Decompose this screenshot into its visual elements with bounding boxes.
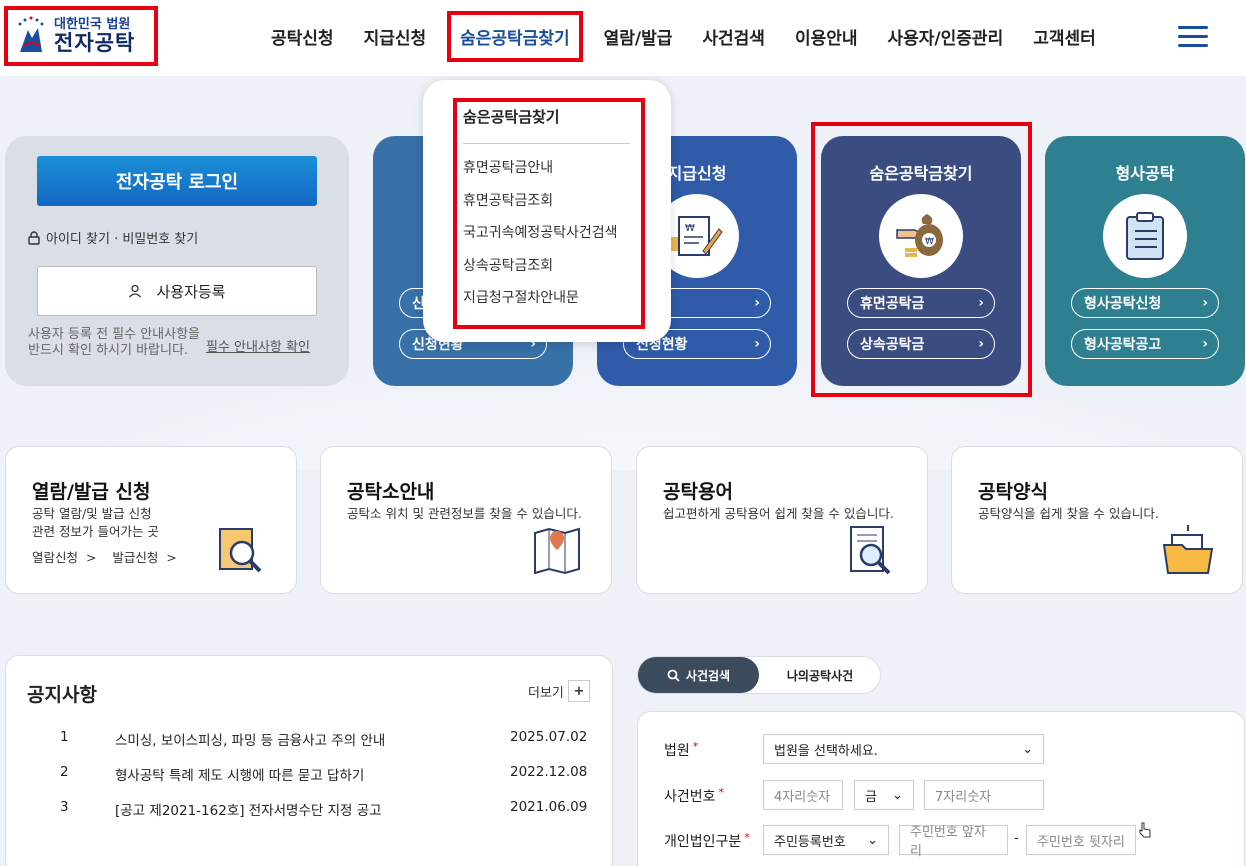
id-type-select[interactable]: 주민등록번호 ⌄ xyxy=(763,825,889,855)
info-title: 열람/발급 신청 xyxy=(32,481,151,503)
info-card-terms[interactable]: 공탁용어 쉽고편하게 공탁용어 쉽게 찾을 수 있습니다. xyxy=(636,446,928,594)
dropdown-title: 숨은공탁금찾기 xyxy=(463,108,560,126)
nav-guide[interactable]: 이용안내 xyxy=(780,24,873,49)
card-criminal-deposit: 형사공탁 형사공탁신청 › 형사공탁공고 › xyxy=(1045,136,1245,386)
lock-icon xyxy=(28,230,40,245)
chevron-down-icon: ⌄ xyxy=(1022,741,1033,757)
dash-separator: - xyxy=(1014,831,1019,846)
cursor-hand-icon xyxy=(1139,822,1151,838)
info-desc: 공탁 열람/및 발급 신청 관련 정보가 들어가는 곳 xyxy=(32,506,159,540)
btn-label: 형사공탁공고 xyxy=(1084,337,1162,353)
nav-case-search[interactable]: 사건검색 xyxy=(687,24,780,49)
logo-main: 전자공탁 xyxy=(54,30,136,55)
register-button[interactable]: 사용자등록 xyxy=(37,266,317,316)
document-search-icon xyxy=(219,528,262,573)
year-input[interactable]: 4자리숫자 xyxy=(763,780,843,810)
menu-icon[interactable] xyxy=(1178,26,1208,48)
main-nav: 공탁신청 지급신청 숨은공탁금찾기 열람/발급 사건검색 이용안내 사용자/인증… xyxy=(256,0,1111,72)
row-date: 2025.07.02 xyxy=(510,729,588,745)
nav-view-issue[interactable]: 열람/발급 xyxy=(589,24,688,49)
find-id-password-link[interactable]: 아이디 찾기 · 비밀번호 찾기 xyxy=(28,228,198,247)
nav-deposit-apply[interactable]: 공탁신청 xyxy=(256,24,349,49)
criminal-deposit-notice-button[interactable]: 형사공탁공고 › xyxy=(1071,329,1219,359)
divider xyxy=(463,143,630,144)
user-icon xyxy=(129,284,142,298)
info-desc: 공탁소 위치 및 관련정보를 찾을 수 있습니다. xyxy=(347,506,582,521)
info-title: 공탁양식 xyxy=(978,481,1048,503)
row-title: 스미싱, 보이스피싱, 파밍 등 금융사고 주의 안내 xyxy=(115,733,386,749)
row-num: 1 xyxy=(60,729,69,745)
chevron-right-icon: › xyxy=(1202,295,1208,311)
tab-label: 사건검색 xyxy=(685,668,731,683)
tab-my-cases[interactable]: 나의공탁사건 xyxy=(760,657,880,693)
criminal-deposit-apply-button[interactable]: 형사공탁신청 › xyxy=(1071,288,1219,318)
svg-text:₩: ₩ xyxy=(685,223,695,234)
dropdown-item-dormant-guide[interactable]: 휴면공탁금안내 xyxy=(463,157,553,177)
notice-row[interactable]: 3 [공고 제2021-162호] 전자서명수단 지정 공고 2021.06.09 xyxy=(60,799,588,819)
chevron-right-icon: › xyxy=(754,336,760,352)
row-title: 형사공탁 특례 제도 시행에 따른 묻고 답하기 xyxy=(115,768,365,784)
nav-user-auth[interactable]: 사용자/인증관리 xyxy=(873,24,1019,49)
required-notice-link[interactable]: 필수 안내사항 확인 xyxy=(206,336,310,355)
logo-sub: 대한민국 법원 xyxy=(54,17,131,33)
rrn-back-input[interactable]: 주민번호 뒷자리 xyxy=(1026,825,1136,855)
info-desc: 쉽고편하게 공탁용어 쉽게 찾을 수 있습니다. xyxy=(663,506,894,521)
nav-hidden-deposit[interactable]: 숨은공탁금찾기 xyxy=(447,10,583,62)
row-date: 2022.12.08 xyxy=(510,764,588,780)
find-link-label: 아이디 찾기 · 비밀번호 찾기 xyxy=(46,232,199,247)
register-label: 사용자등록 xyxy=(156,282,226,301)
info-title: 공탁소안내 xyxy=(347,481,435,503)
court-emblem-icon xyxy=(18,16,44,52)
plus-icon: + xyxy=(567,680,590,702)
login-button[interactable]: 전자공탁 로그인 xyxy=(37,156,317,206)
info-title: 공탁용어 xyxy=(663,481,733,503)
court-label: 법원 * xyxy=(664,740,699,759)
magnifier-document-icon xyxy=(850,526,891,575)
dropdown-item-dormant-lookup[interactable]: 휴면공탁금조회 xyxy=(463,190,553,210)
info-card-office-guide[interactable]: 공탁소안내 공탁소 위치 및 관련정보를 찾을 수 있습니다. xyxy=(320,446,612,594)
chevron-right-icon: › xyxy=(754,295,760,311)
logo[interactable]: 대한민국 법원 전자공탁 xyxy=(4,6,158,66)
btn-label: 형사공탁신청 xyxy=(1084,296,1162,312)
tab-case-search[interactable]: 사건검색 xyxy=(638,657,759,693)
select-value: 법원을 선택하세요. xyxy=(774,743,878,759)
header: 대한민국 법원 전자공탁 공탁신청 지급신청 숨은공탁금찾기 열람/발급 사건검… xyxy=(0,0,1246,76)
person-type-label: 개인법인구분 * xyxy=(664,831,750,850)
chevron-down-icon: ⌄ xyxy=(867,832,878,848)
info-desc: 공탁양식을 쉽게 찾을 수 있습니다. xyxy=(978,506,1159,521)
dropdown-item-state-reversion-search[interactable]: 국고귀속예정공탁사건검색 xyxy=(463,222,618,242)
highlight-box xyxy=(811,122,1032,397)
dropdown-item-inheritance-lookup[interactable]: 상속공탁금조회 xyxy=(463,255,553,275)
more-label: 더보기 xyxy=(528,685,564,701)
nav-payment-apply[interactable]: 지급신청 xyxy=(349,24,442,49)
notice-row[interactable]: 1 스미싱, 보이스피싱, 파밍 등 금융사고 주의 안내 2025.07.02 xyxy=(60,729,588,749)
row-date: 2021.06.09 xyxy=(510,799,588,815)
case-number-input[interactable]: 7자리숫자 xyxy=(924,780,1044,810)
clipboard-icon xyxy=(1103,194,1187,278)
info-card-view-issue[interactable]: 열람/발급 신청 공탁 열람/및 발급 신청 관련 정보가 들어가는 곳 열람신… xyxy=(5,446,297,594)
notice-row[interactable]: 2 형사공탁 특례 제도 시행에 따른 묻고 답하기 2022.12.08 xyxy=(60,764,588,784)
row-num: 2 xyxy=(60,764,69,780)
folder-icon xyxy=(1162,525,1214,574)
register-notice: 사용자 등록 전 필수 안내사항을 반드시 확인 하시기 바랍니다. xyxy=(28,327,201,359)
search-icon xyxy=(667,669,680,682)
card-title: 형사공탁 xyxy=(1115,164,1175,183)
info-card-forms[interactable]: 공탁양식 공탁양식을 쉽게 찾을 수 있습니다. xyxy=(951,446,1243,594)
more-link[interactable]: 더보기 + xyxy=(528,680,590,702)
chevron-down-icon: ⌄ xyxy=(892,787,903,803)
select-value: 금 xyxy=(865,789,877,805)
notice-title: 공지사항 xyxy=(27,684,97,706)
case-number-label: 사건번호 * xyxy=(664,786,725,805)
case-type-select[interactable]: 금 ⌄ xyxy=(854,780,914,810)
dropdown-item-payment-procedure[interactable]: 지급청구절차안내문 xyxy=(463,287,579,307)
select-value: 주민등록번호 xyxy=(774,834,846,850)
map-pin-icon xyxy=(534,527,580,575)
rrn-front-input[interactable]: 주민번호 앞자리 xyxy=(899,825,1008,859)
nav-customer-center[interactable]: 고객센터 xyxy=(1018,24,1111,49)
info-links[interactable]: 열람신청 > 발급신청 > xyxy=(32,547,177,566)
row-title: [공고 제2021-162호] 전자서명수단 지정 공고 xyxy=(115,803,382,819)
row-num: 3 xyxy=(60,799,69,815)
chevron-right-icon: › xyxy=(1202,336,1208,352)
court-select[interactable]: 법원을 선택하세요. ⌄ xyxy=(763,734,1044,764)
